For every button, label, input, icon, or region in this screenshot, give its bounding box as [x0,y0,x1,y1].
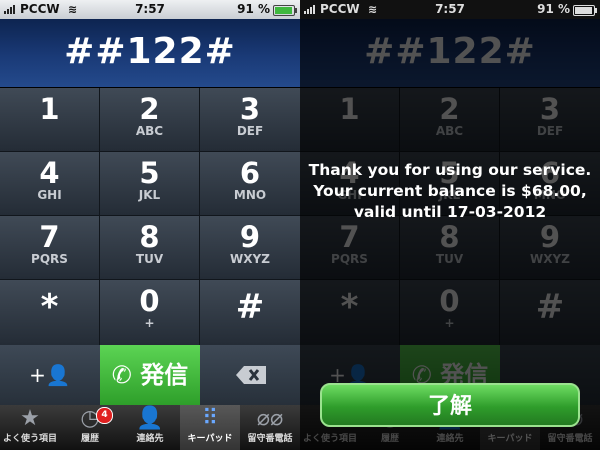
status-bar: PCCW ≋ 7:57 91 % [0,0,300,19]
key-5[interactable]: 5 JKL [100,152,200,216]
dialed-number: ##122# [64,31,236,72]
delete-button[interactable] [200,345,300,405]
battery-icon [573,5,597,16]
alert-line-1: Thank you for using our service. [308,161,592,179]
key-2[interactable]: 2 ABC [100,88,200,152]
recents-badge: 4 [96,407,113,424]
tab-voicemail[interactable]: ⌀⌀ 留守番電話 [240,405,300,450]
dialer-screen: PCCW ≋ 7:57 91 % ##122# 1 2 ABC 3 DEF 4 GHI… [0,0,300,450]
alert-screen: PCCW ≋ 7:57 91 % ##122# 1 2ABC 3DEF 4GHI… [300,0,600,450]
call-label: 発信 [140,361,189,389]
tab-favorites[interactable]: ★ よく使う項目 [0,405,60,450]
person-icon: 👤 [136,406,164,431]
voicemail-icon: ⌀⌀ [256,406,284,431]
tab-keypad[interactable]: ⠿ キーパッド [180,405,240,450]
ok-button[interactable]: 了解 [320,383,580,427]
alert-line-2: Your current balance is $68.00, [313,182,587,200]
number-display: ##122# [0,19,300,88]
tab-contacts[interactable]: 👤 連絡先 [120,405,180,450]
key-1[interactable]: 1 [0,88,100,152]
alert-line-3: valid until 17-03-2012 [353,203,547,221]
battery-icon [273,5,297,16]
key-8[interactable]: 8 TUV [100,216,200,280]
key-star[interactable]: * [0,280,100,346]
key-hash[interactable]: # [200,280,300,346]
key-6[interactable]: 6 MNO [200,152,300,216]
add-contact-icon: +👤 [29,363,71,387]
battery-percent: 91 % [537,2,570,16]
add-contact-button[interactable]: +👤 [0,345,100,405]
key-7[interactable]: 7 PQRS [0,216,100,280]
tab-recents[interactable]: ◷ 4 履歴 [60,405,120,450]
status-bar: PCCW ≋ 7:57 91 % [300,0,600,19]
backspace-icon [236,366,266,384]
keypad: 1 2ABC 3DEF 4GHI 5JKL 6MNO 7PQRS 8TUV 9W… [0,88,300,346]
tab-bar: ★ よく使う項目 ◷ 4 履歴 👤 連絡先 ⠿ キーパッド ⌀⌀ 留守番電話 [0,405,300,450]
key-3[interactable]: 3 DEF [200,88,300,152]
phone-icon: ✆ [111,361,141,389]
battery-percent: 91 % [237,2,270,16]
action-row: +👤 ✆ 発信 [0,345,300,405]
balance-alert: Thank you for using our service. Your cu… [300,160,600,223]
keypad-icon: ⠿ [201,406,219,431]
key-0[interactable]: 0 + [100,280,200,346]
key-4[interactable]: 4 GHI [0,152,100,216]
key-9[interactable]: 9 WXYZ [200,216,300,280]
star-icon: ★ [20,406,40,431]
call-button[interactable]: ✆ 発信 [100,345,200,405]
